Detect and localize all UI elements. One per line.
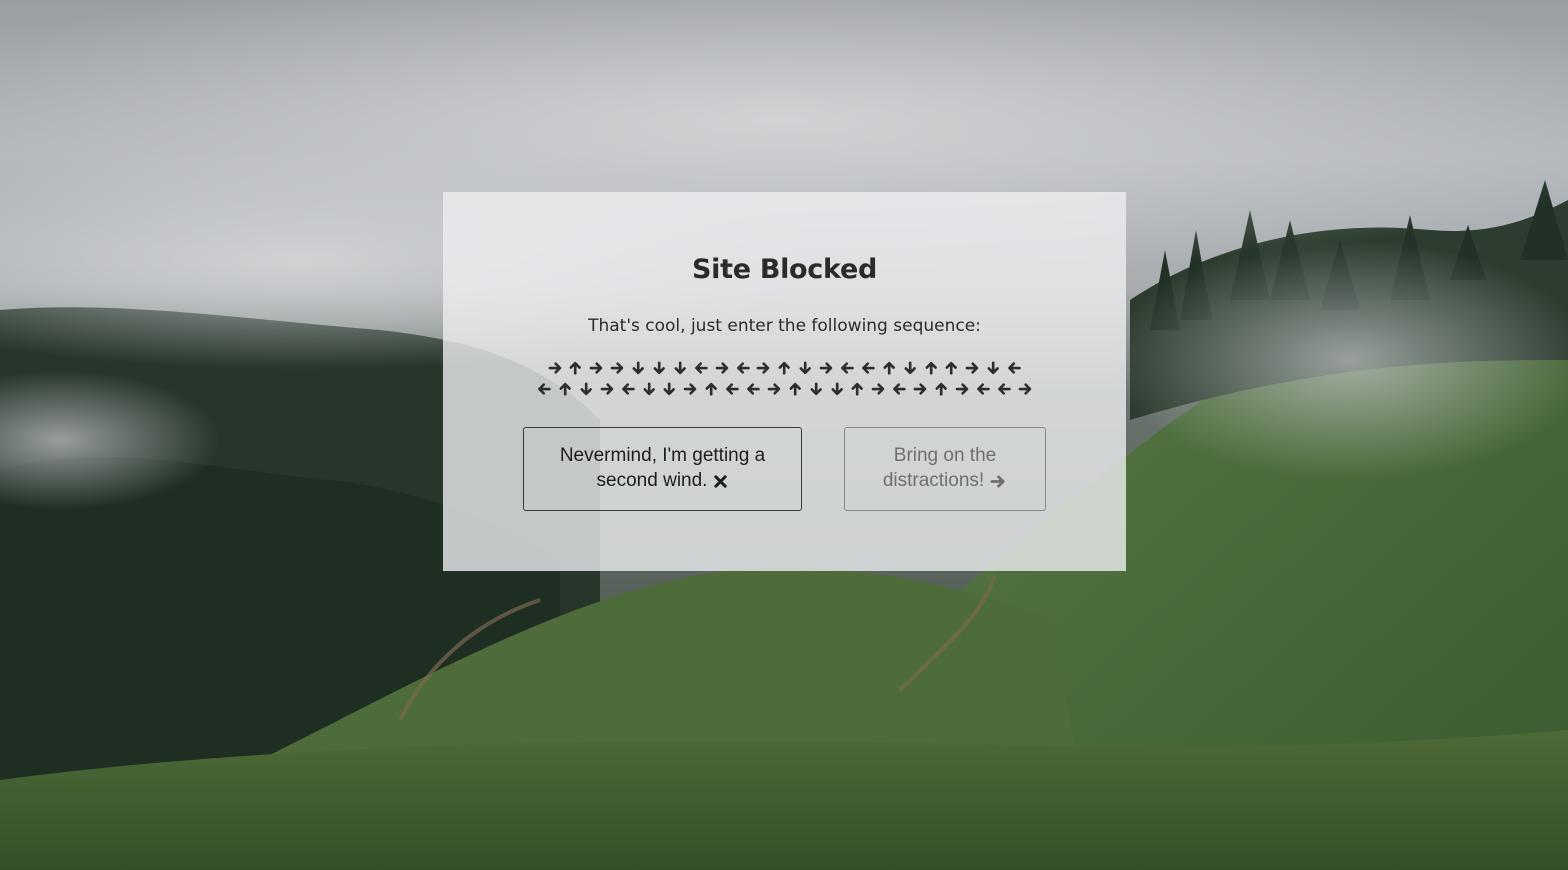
arrow-left-icon [694,362,708,374]
bring-distractions-button[interactable]: Bring on the distractions! [844,427,1046,511]
arrow-right-icon [955,383,969,395]
arrow-sequence-row [537,379,1032,399]
arrow-right-icon [871,383,885,395]
arrow-up-icon [935,382,947,396]
arrow-up-icon [569,361,582,375]
arrow-down-icon [580,382,592,396]
arrow-right-icon [683,383,697,395]
arrow-down-icon [810,382,822,396]
arrow-up-icon [851,382,864,396]
arrow-up-icon [945,361,958,375]
arrow-left-icon [747,383,760,395]
arrow-left-icon [893,383,906,395]
arrow-right-icon [589,362,603,374]
arrow-sequence-row [548,358,1022,378]
arrow-down-icon [663,382,676,396]
arrow-down-icon [904,361,916,375]
dialog-title: Site Blocked [692,254,877,285]
arrow-up-icon [883,361,895,375]
arrow-sequence [443,358,1126,399]
arrow-right-icon [600,383,614,395]
arrow-left-icon [997,383,1011,395]
arrow-down-icon [831,382,843,396]
arrow-down-icon [987,361,1000,375]
arrow-down-icon [674,361,686,375]
arrow-down-icon [632,361,644,375]
arrow-right-icon [913,383,927,395]
close-icon [713,471,728,496]
arrow-down-icon [653,361,665,375]
arrow-right-icon [757,362,770,374]
dialog-instructions: That's cool, just enter the following se… [588,316,981,336]
arrow-up-icon [705,382,718,396]
arrow-up-icon [789,382,801,396]
arrow-right-icon [548,362,561,374]
arrow-up-icon [559,382,571,396]
arrow-right-icon [819,362,833,374]
nevermind-button-label: Nevermind, I'm getting a second wind. [559,444,766,491]
arrow-right-icon [610,362,624,374]
arrow-right-icon [965,362,979,374]
arrow-left-icon [736,362,750,374]
arrow-down-icon [799,361,812,375]
arrow-left-icon [1008,362,1021,374]
arrow-right-icon [715,362,728,374]
arrow-left-icon [861,362,875,374]
arrow-up-icon [778,361,791,375]
arrow-left-icon [726,383,739,395]
arrow-left-icon [538,383,551,395]
arrow-left-icon [621,383,635,395]
arrow-up-icon [925,361,937,375]
arrow-down-icon [643,382,655,396]
nevermind-button[interactable]: Nevermind, I'm getting a second wind. [523,427,802,511]
arrow-right-icon [1018,383,1031,395]
arrow-left-icon [841,362,854,374]
arrow-right-icon [767,383,781,395]
site-blocked-dialog: Site Blocked That's cool, just enter the… [443,192,1126,571]
arrow-right-icon [990,471,1007,496]
bring-distractions-button-label: Bring on the distractions! [882,444,997,491]
arrow-left-icon [976,383,990,395]
